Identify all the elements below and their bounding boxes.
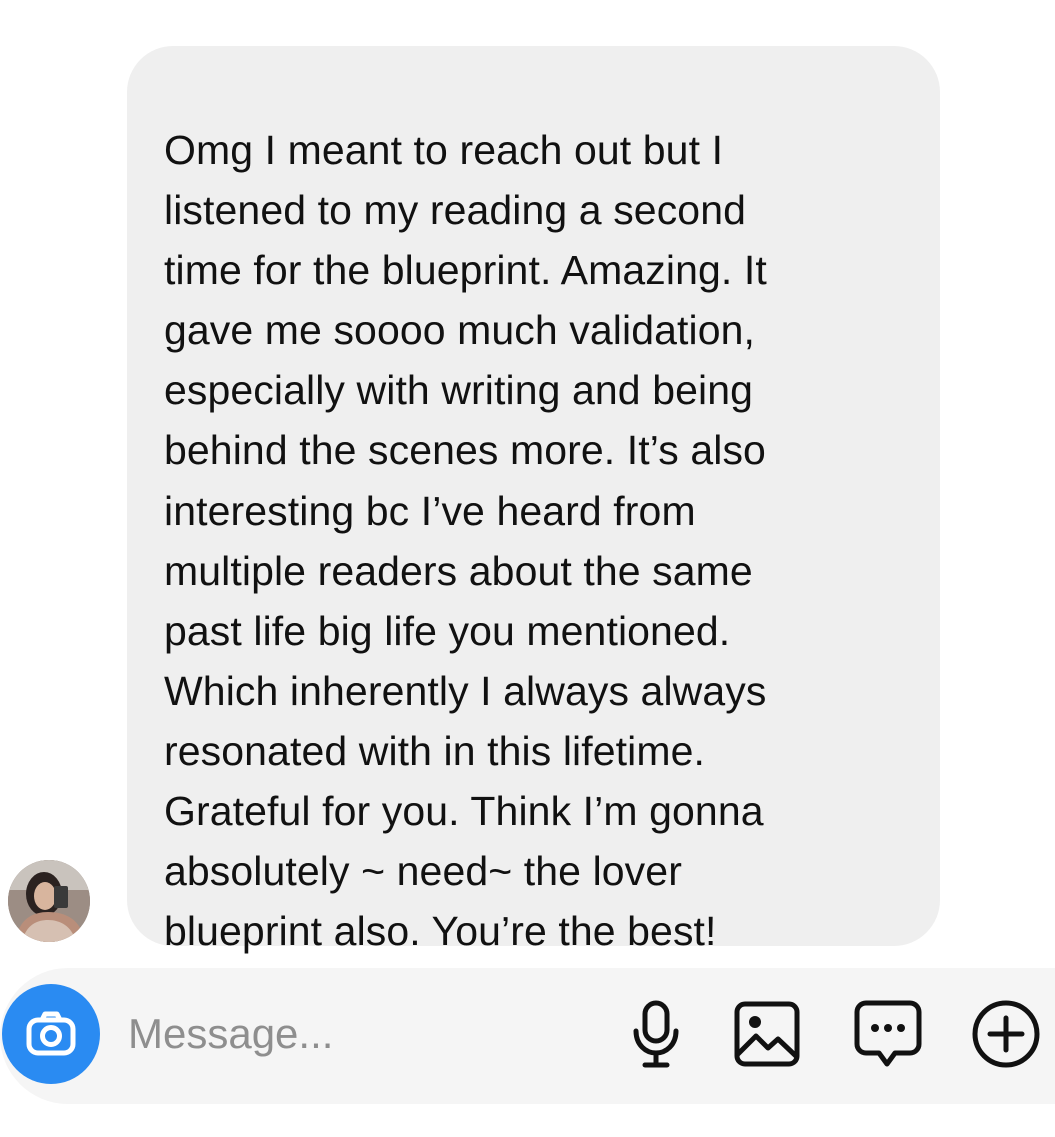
sticker-button[interactable] xyxy=(852,998,924,1070)
message-text: Omg I meant to reach out but I listened … xyxy=(164,127,767,955)
chat-bubble-icon xyxy=(854,1000,922,1067)
chat-screen: Omg I meant to reach out but I listened … xyxy=(0,0,1055,1137)
image-icon xyxy=(734,1001,800,1067)
camera-icon xyxy=(26,1011,76,1056)
avatar-photo xyxy=(8,860,90,942)
camera-button[interactable] xyxy=(2,984,100,1084)
microphone-icon xyxy=(633,1000,679,1068)
microphone-button[interactable] xyxy=(620,998,692,1070)
message-input[interactable] xyxy=(128,1004,598,1064)
sender-avatar[interactable] xyxy=(8,860,90,942)
add-button[interactable] xyxy=(970,998,1042,1070)
message-bubble[interactable]: Omg I meant to reach out but I listened … xyxy=(127,46,940,954)
gallery-button[interactable] xyxy=(731,998,803,1070)
plus-circle-icon xyxy=(972,1000,1040,1068)
